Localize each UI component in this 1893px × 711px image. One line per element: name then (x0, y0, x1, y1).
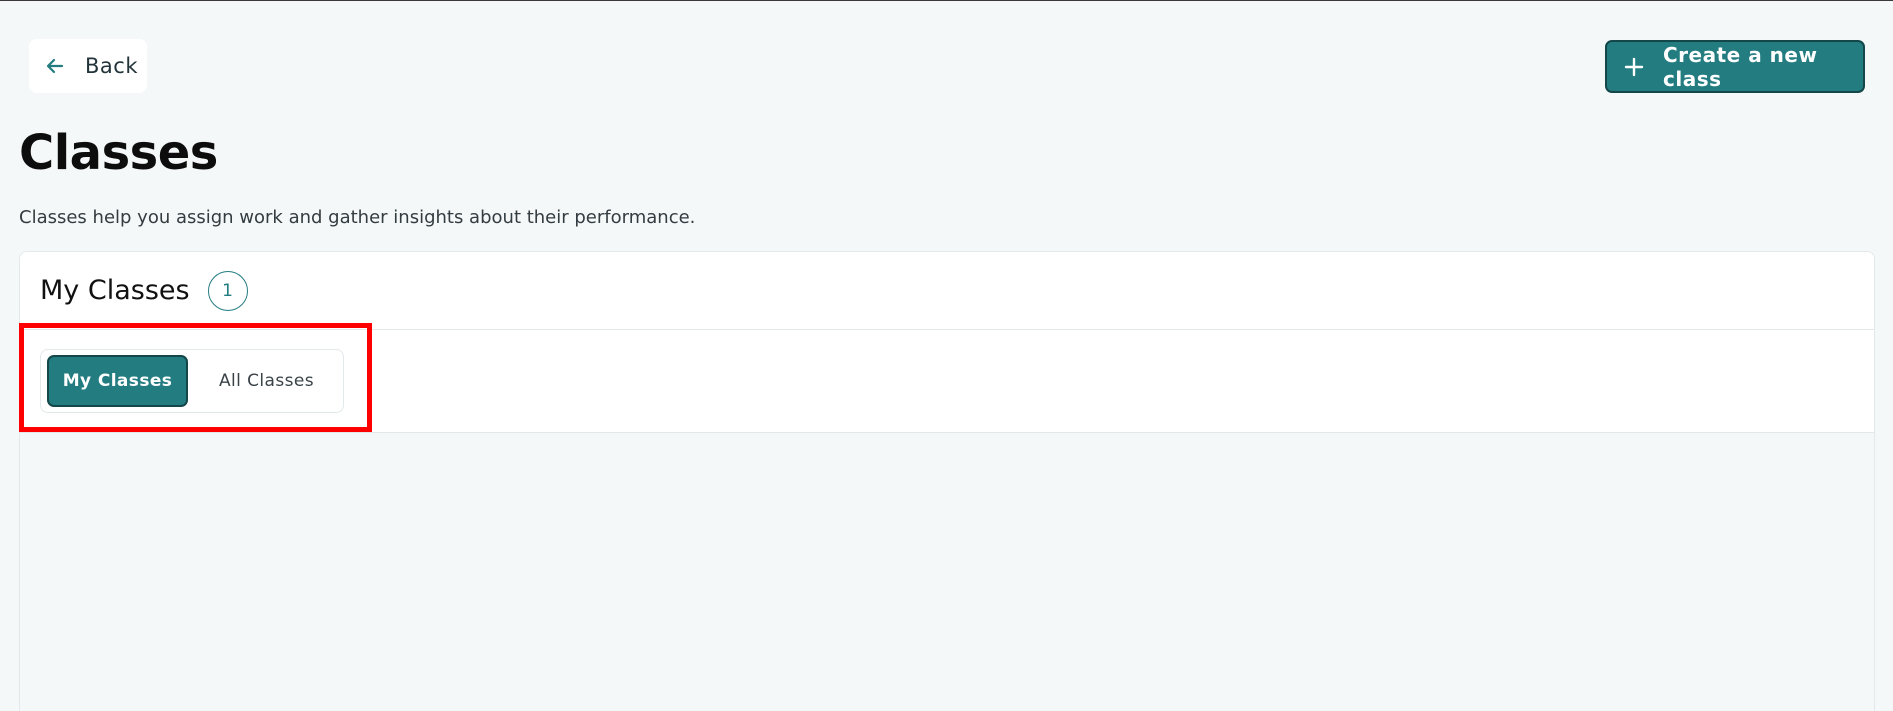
back-button[interactable]: Back (29, 39, 147, 93)
page-subtitle: Classes help you assign work and gather … (19, 207, 696, 228)
page-title: Classes (19, 125, 218, 181)
create-class-button[interactable]: Create a new class (1605, 40, 1865, 93)
class-count-badge: 1 (207, 270, 248, 311)
create-class-button-label: Create a new class (1663, 42, 1818, 91)
class-filter-toggle: My Classes All Classes (40, 349, 344, 413)
toggle-my-classes[interactable]: My Classes (47, 355, 188, 407)
toggle-all-classes[interactable]: All Classes (194, 355, 339, 407)
panel-header: My Classes 1 (20, 252, 1874, 330)
panel-title: My Classes (40, 275, 190, 306)
plus-icon (1623, 56, 1645, 78)
classes-panel: My Classes 1 My Classes All Classes (19, 251, 1875, 711)
arrow-left-icon (45, 56, 65, 76)
panel-toolbar: My Classes All Classes (20, 330, 1874, 433)
back-button-label: Back (85, 54, 138, 78)
